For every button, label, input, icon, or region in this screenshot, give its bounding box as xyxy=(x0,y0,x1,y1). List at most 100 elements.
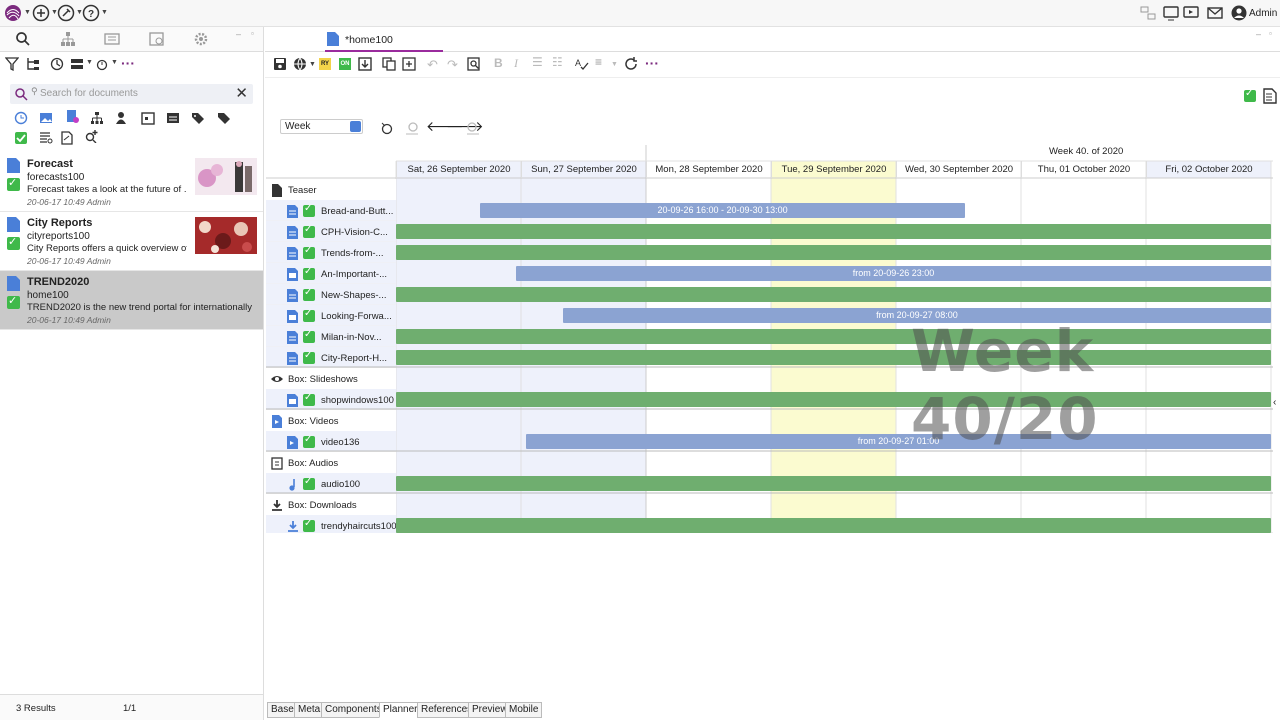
settings-tab-icon[interactable] xyxy=(193,31,209,47)
schedule-bar[interactable] xyxy=(396,518,1271,533)
status-check-icon[interactable] xyxy=(1244,88,1256,102)
group-row[interactable]: Box: Slideshows xyxy=(266,369,396,390)
import-icon[interactable] xyxy=(358,57,372,71)
tag-filter-icon[interactable] xyxy=(191,111,205,125)
planner-row[interactable]: Bread-and-Butt... xyxy=(266,201,396,222)
schedule-bar[interactable] xyxy=(396,224,1271,239)
planner-row[interactable]: City-Report-H... xyxy=(266,348,396,369)
schedule-bar[interactable] xyxy=(396,287,1271,302)
tab-components[interactable]: Components xyxy=(321,702,386,718)
doc-type-icon xyxy=(287,247,298,260)
align-icon[interactable]: ≡ xyxy=(595,55,602,69)
more-options-icon[interactable]: ··· xyxy=(645,55,659,71)
timer-icon[interactable] xyxy=(95,57,109,71)
result-item-selected[interactable]: TREND2020 home100 TREND2020 is the new t… xyxy=(0,271,263,330)
more-options-icon[interactable]: ··· xyxy=(121,55,135,71)
image-filter-icon[interactable] xyxy=(39,111,53,125)
hierarchy-filter-icon[interactable] xyxy=(90,111,104,125)
schedule-bar[interactable]: from 20-09-26 23:00 xyxy=(516,266,1271,281)
result-item[interactable]: City Reports cityreports100 City Reports… xyxy=(0,212,263,271)
refresh-icon[interactable] xyxy=(624,57,638,71)
advanced-search-icon[interactable] xyxy=(85,129,99,143)
minimize-icon[interactable]: – xyxy=(236,29,241,39)
user-label[interactable]: Admin xyxy=(1249,8,1277,19)
planner-row[interactable]: Looking-Forwa... xyxy=(266,306,396,327)
new-document-icon[interactable] xyxy=(402,57,416,71)
search-tab-icon[interactable] xyxy=(15,31,31,47)
schedule-bar[interactable]: 20-09-26 16:00 - 20-09-30 13:00 xyxy=(480,203,965,218)
approved-filter-icon[interactable] xyxy=(14,131,28,145)
planner-row[interactable]: shopwindows100 xyxy=(266,390,396,411)
clear-search-icon[interactable]: ✕ xyxy=(235,84,248,102)
calendar-tab-icon[interactable] xyxy=(149,31,165,47)
undo-icon[interactable]: ↶ xyxy=(427,57,438,73)
app-logo-icon[interactable] xyxy=(4,4,22,22)
bold-icon[interactable]: B xyxy=(494,56,503,70)
tab-planner[interactable]: Planner xyxy=(379,702,422,718)
filter-icon[interactable] xyxy=(5,57,19,71)
spellcheck-icon[interactable]: A xyxy=(575,57,589,71)
user-avatar-icon[interactable] xyxy=(1230,4,1248,22)
schedule-bar[interactable] xyxy=(396,245,1271,260)
planner-row[interactable]: Milan-in-Nov... xyxy=(266,327,396,348)
group-row[interactable]: Teaser xyxy=(266,180,396,201)
view-mode-icon[interactable] xyxy=(70,57,84,71)
group-row[interactable]: Box: Audios xyxy=(266,453,396,474)
date-filter-icon[interactable] xyxy=(141,111,155,125)
search-box[interactable]: ⚲ Search for documents ✕ xyxy=(10,84,253,104)
page-filter-icon[interactable] xyxy=(60,131,74,145)
planner-row[interactable]: CPH-Vision-C... xyxy=(266,222,396,243)
schedule-bar[interactable] xyxy=(396,476,1271,491)
planner-row[interactable]: trendyhaircuts100 xyxy=(266,516,397,537)
planner-row[interactable]: video136 xyxy=(266,432,396,453)
tab-mobile[interactable]: Mobile xyxy=(505,702,543,718)
layout-filter-icon[interactable] xyxy=(166,111,180,125)
tree-view-icon[interactable] xyxy=(26,57,40,71)
bullet-list-icon[interactable]: ☰ xyxy=(532,55,543,69)
history-icon[interactable] xyxy=(50,57,64,71)
save-icon[interactable] xyxy=(273,57,287,71)
help-icon[interactable]: ? xyxy=(82,4,100,22)
network-icon[interactable] xyxy=(1139,4,1157,22)
screen-icon[interactable] xyxy=(1162,4,1180,22)
document-filter-icon[interactable] xyxy=(65,109,79,123)
mail-icon[interactable] xyxy=(1206,4,1224,22)
group-row[interactable]: Box: Videos xyxy=(266,411,396,432)
preview-screen-icon[interactable] xyxy=(1182,4,1200,22)
timer-start-icon[interactable] xyxy=(405,121,419,135)
result-item[interactable]: Forecast forecasts100 Forecast takes a l… xyxy=(0,153,263,212)
user-filter-icon[interactable] xyxy=(115,111,129,125)
time-filter-icon[interactable] xyxy=(14,111,28,125)
planner-row[interactable]: New-Shapes-... xyxy=(266,285,396,306)
maximize-icon[interactable]: ▫ xyxy=(251,29,254,38)
timer-end-icon[interactable] xyxy=(466,121,480,135)
on-badge[interactable]: ON xyxy=(339,58,351,70)
editor-tab-home100[interactable]: *home100 xyxy=(325,27,443,52)
tools-icon[interactable] xyxy=(57,4,75,22)
copy-icon[interactable] xyxy=(382,57,396,71)
tags-filter-icon[interactable] xyxy=(217,111,231,125)
view-select[interactable]: Week xyxy=(280,119,363,134)
document-info-icon[interactable] xyxy=(1263,88,1277,104)
timer-reset-icon[interactable] xyxy=(380,121,394,135)
ry-badge[interactable]: RY xyxy=(319,58,331,70)
planner-row[interactable]: Trends-from-... xyxy=(266,243,396,264)
planner-row[interactable]: audio100 xyxy=(266,474,396,495)
find-icon[interactable] xyxy=(467,57,481,71)
italic-icon[interactable]: I xyxy=(514,56,518,71)
minimize-icon[interactable]: – xyxy=(1256,29,1261,39)
sitemap-tab-icon[interactable] xyxy=(60,31,76,47)
numbered-list-icon[interactable]: ☷ xyxy=(552,55,563,69)
group-row[interactable]: Box: Downloads xyxy=(266,495,396,516)
redo-icon[interactable]: ↷ xyxy=(447,57,458,73)
tab-meta[interactable]: Meta xyxy=(294,702,325,718)
content-tab-icon[interactable] xyxy=(104,31,120,47)
search-input[interactable]: Search for documents xyxy=(40,88,138,99)
publish-globe-icon[interactable] xyxy=(293,57,307,71)
maximize-icon[interactable]: ▫ xyxy=(1269,29,1272,38)
planner-row[interactable]: An-Important-... xyxy=(266,264,396,285)
add-icon[interactable] xyxy=(32,4,50,22)
collapse-arrow-icon[interactable]: ‹ xyxy=(1273,397,1276,408)
text-filter-icon[interactable] xyxy=(39,131,53,145)
filter-icons xyxy=(12,109,257,149)
